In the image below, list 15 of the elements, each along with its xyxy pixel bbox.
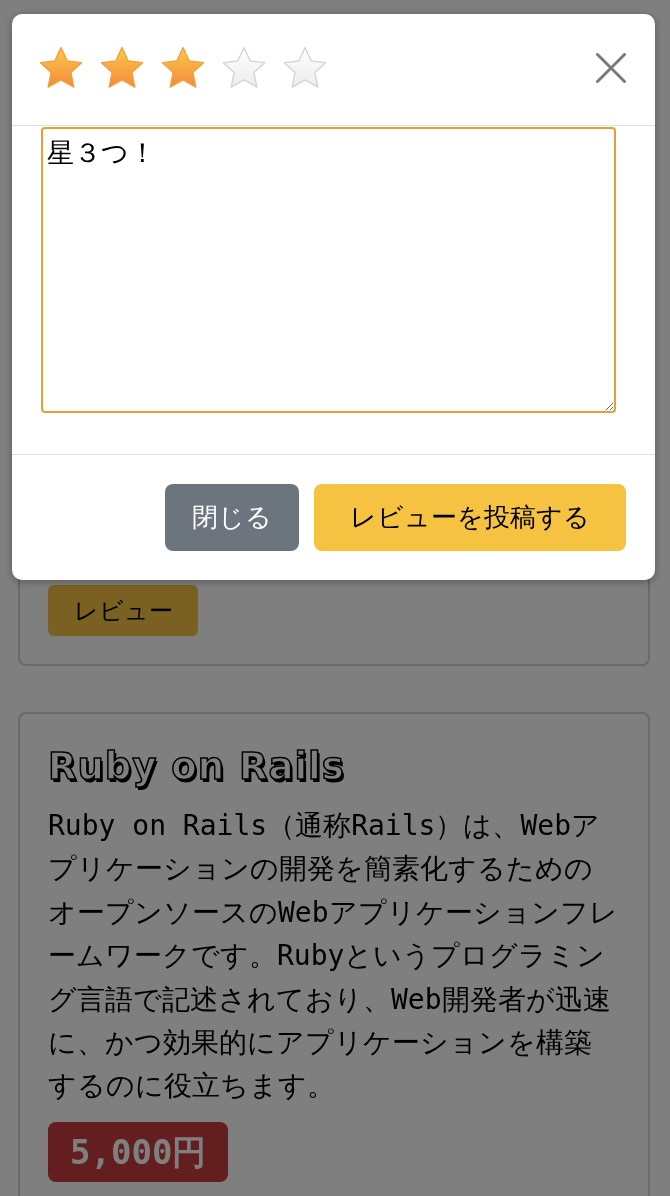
price-badge: 5,000円 bbox=[48, 1121, 229, 1182]
review-textarea[interactable]: 星３つ！ bbox=[41, 127, 616, 413]
product-description: Ruby on Rails（通称Rails）は、Webアプリケーションの開発を簡素化するためのオープンソースのWebアプリケーションフレームワークです。Rubyというプログラミング言語で記述されており、Web開発者が迅速に、かつ効果的にアプリケーションを構築するのに役立ちます。 bbox=[48, 808, 619, 1105]
close-button[interactable] bbox=[596, 52, 626, 83]
review-button[interactable]: レビュー bbox=[48, 585, 198, 636]
close-dialog-button[interactable]: 閉じる bbox=[165, 484, 299, 551]
filled-star-icon[interactable] bbox=[101, 47, 143, 88]
submit-review-button[interactable]: レビューを投稿する bbox=[314, 484, 626, 551]
empty-star-icon[interactable] bbox=[284, 47, 326, 88]
empty-star-icon[interactable] bbox=[223, 47, 265, 88]
product-title: Ruby on Rails bbox=[48, 744, 345, 790]
star-rating[interactable] bbox=[40, 47, 326, 88]
close-icon bbox=[596, 52, 626, 83]
filled-star-icon[interactable] bbox=[40, 47, 82, 88]
filled-star-icon[interactable] bbox=[162, 47, 204, 88]
